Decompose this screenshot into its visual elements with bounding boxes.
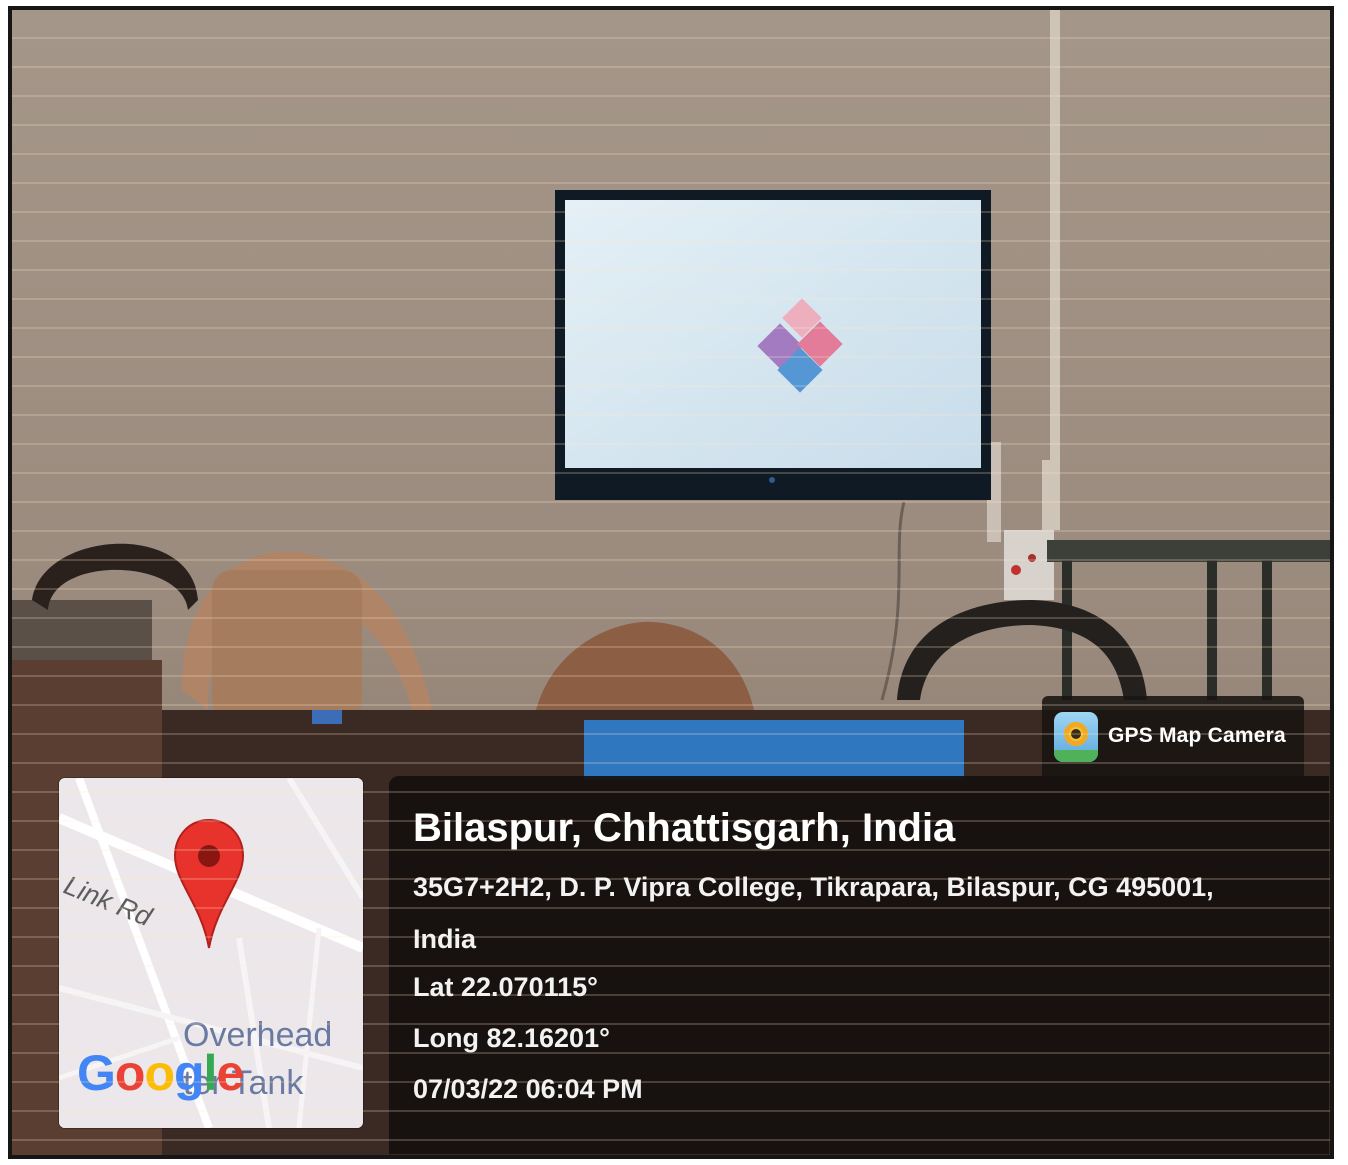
location-info-panel: Bilaspur, Chhattisgarh, India 35G7+2H2, …: [389, 776, 1329, 1154]
google-logo-letter: o: [144, 1045, 175, 1101]
map-thumbnail: Link Rd Overhead ter Tank Google: [59, 778, 363, 1128]
datetime-text: 07/03/22 06:04 PM: [413, 1074, 643, 1104]
address-line-2: India: [413, 924, 477, 954]
gps-camera-badge: GPS Map Camera: [1042, 696, 1304, 776]
google-logo-letter: G: [77, 1045, 116, 1101]
address-line-1: 35G7+2H2, D. P. Vipra College, Tikrapara…: [413, 872, 1214, 902]
latitude-text: Lat 22.070115°: [413, 972, 598, 1002]
google-logo-letter: e: [216, 1045, 244, 1101]
google-logo-letter: g: [174, 1045, 205, 1101]
longitude-text: Long 82.16201°: [413, 1023, 610, 1053]
location-title: Bilaspur, Chhattisgarh, India: [413, 806, 956, 850]
google-logo-letter: o: [114, 1045, 146, 1101]
gps-camera-label: GPS Map Camera: [1108, 724, 1286, 747]
google-logo: Google: [77, 1044, 244, 1102]
location-pin-icon: [173, 818, 245, 949]
photo-frame: GPS Map Camera Link Rd Overhead ter Tank…: [8, 6, 1334, 1159]
google-logo-letter: l: [203, 1045, 218, 1101]
camera-lens-icon: [1054, 712, 1098, 762]
